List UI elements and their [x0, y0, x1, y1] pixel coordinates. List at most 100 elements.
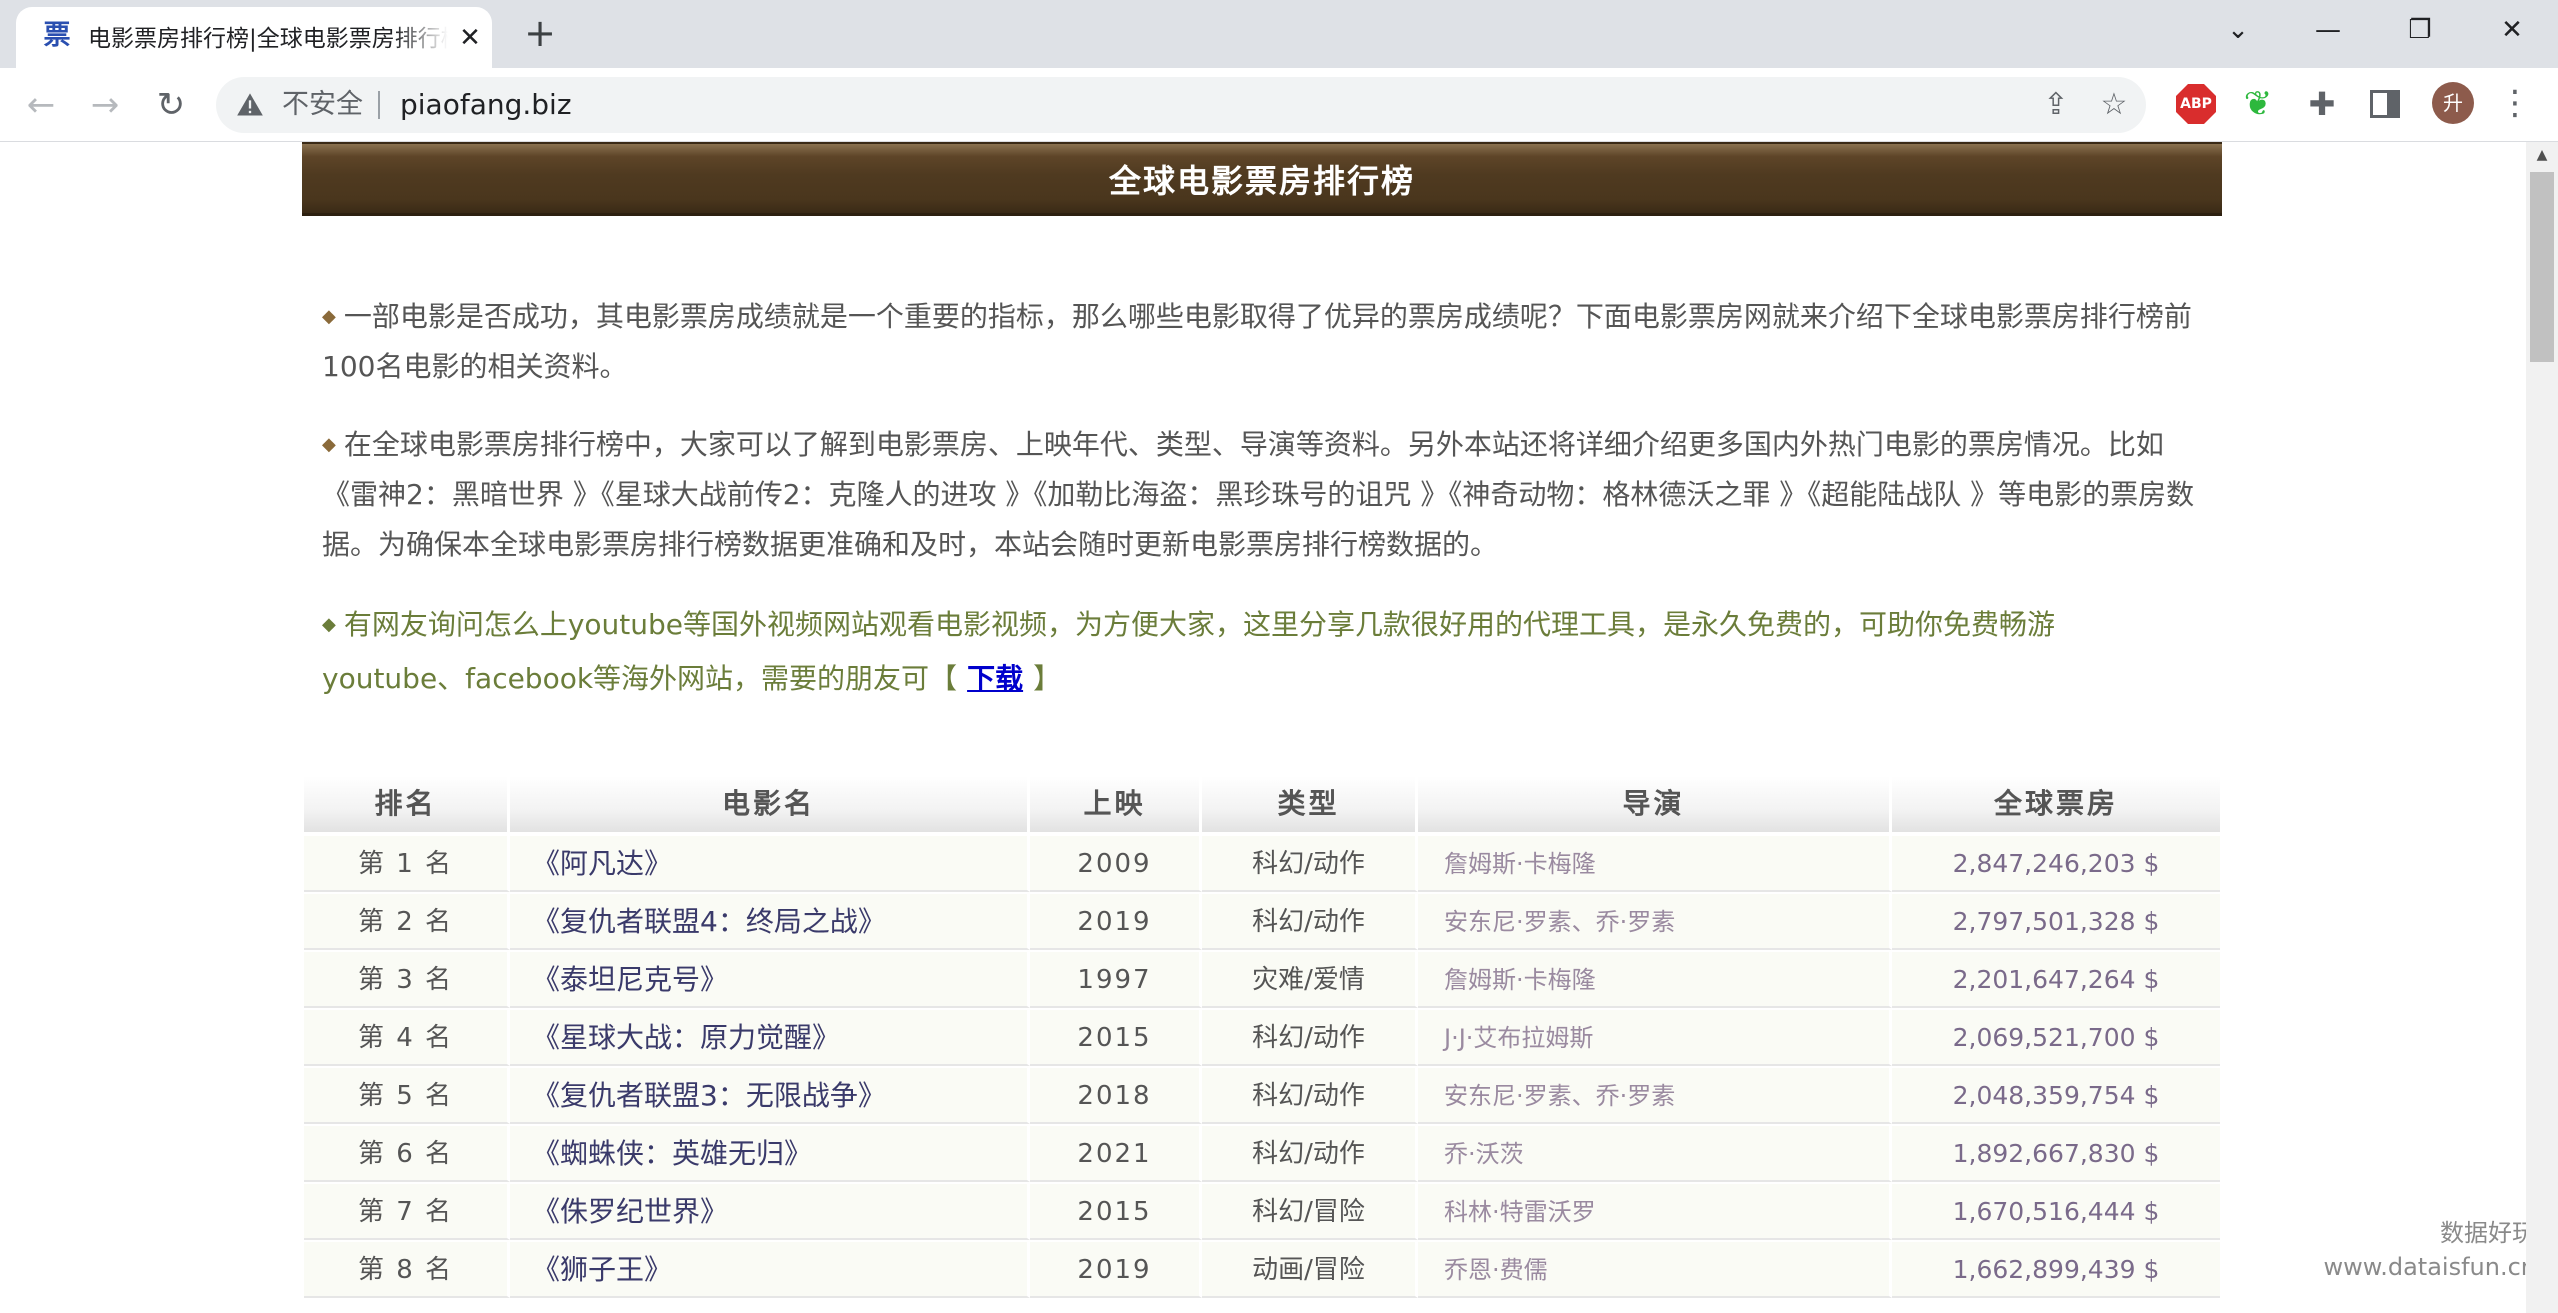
cell-title[interactable]: 《侏罗纪世界》	[510, 1184, 1030, 1240]
cell-gross: 1,670,516,444 $	[1892, 1184, 2220, 1240]
intro-paragraph-1: ◆ 一部电影是否成功，其电影票房成绩就是一个重要的指标，那么哪些电影取得了优异的票…	[322, 292, 2202, 392]
browser-menu-icon[interactable]: ⋮	[2498, 82, 2532, 124]
cell-year: 2015	[1030, 1010, 1202, 1066]
cell-year: 2019	[1030, 1242, 1202, 1298]
cell-year: 2021	[1030, 1126, 1202, 1182]
table-row: 第 6 名《蜘蛛侠：英雄无归》 2021 科幻/动作 乔·沃茨 1,892,667,83…	[304, 1126, 2220, 1184]
warning-triangle-icon[interactable]	[236, 91, 264, 119]
cell-gross: 1,662,899,439 $	[1892, 1242, 2220, 1298]
cell-gross: 1,892,667,830 $	[1892, 1126, 2220, 1182]
cell-rank: 第 5 名	[304, 1068, 510, 1124]
table-row: 第 7 名《侏罗纪世界》 2015 科幻/冒险 科林·特雷沃罗 1,670,516,44…	[304, 1184, 2220, 1242]
browser-toolbar: ← → ↻ 不安全 piaofang.biz ⇪ ☆	[0, 68, 2558, 142]
header-director: 导演	[1418, 776, 1892, 832]
cell-title[interactable]: 《复仇者联盟3：无限战争》	[510, 1068, 1030, 1124]
cell-gross: 2,847,246,203 $	[1892, 836, 2220, 892]
watermark-line-1: 数据好玩	[2440, 1219, 2526, 1247]
cell-title[interactable]: 《阿凡达》	[510, 836, 1030, 892]
cell-rank: 第 2 名	[304, 894, 510, 950]
minimize-button[interactable]: —	[2298, 8, 2358, 52]
security-label[interactable]: 不安全	[282, 89, 363, 121]
cell-genre: 科幻/动作	[1202, 1010, 1418, 1066]
cell-title[interactable]: 《狮子王》	[510, 1242, 1030, 1298]
cell-genre: 动画/冒险	[1202, 1242, 1418, 1298]
cell-gross: 2,069,521,700 $	[1892, 1010, 2220, 1066]
table-row: 第 5 名《复仇者联盟3：无限战争》 2018 科幻/动作 安东尼·罗素、乔·罗素 2,…	[304, 1068, 2220, 1126]
bullet-icon: ◆	[322, 306, 336, 327]
cell-director: 乔·沃茨	[1418, 1126, 1892, 1182]
cell-rank: 第 6 名	[304, 1126, 510, 1182]
cell-director: 安东尼·罗素、乔·罗素	[1418, 894, 1892, 950]
cell-rank: 第 3 名	[304, 952, 510, 1008]
tab-strip: 票 电影票房排行榜|全球电影票房排行榜 ✕ + ⌄ — ❐ ✕	[0, 0, 2558, 68]
evernote-icon[interactable]: ❦	[2238, 84, 2278, 124]
header-year: 上映	[1030, 776, 1202, 832]
scroll-up-arrow-icon[interactable]: ▲	[2532, 148, 2552, 162]
watermark: 数据好玩 www.dataisfun.cn	[2300, 1216, 2526, 1284]
cell-rank: 第 4 名	[304, 1010, 510, 1066]
cell-year: 2015	[1030, 1184, 1202, 1240]
browser-tab[interactable]: 票 电影票房排行榜|全球电影票房排行榜 ✕	[16, 7, 492, 68]
cell-director: 科林·特雷沃罗	[1418, 1184, 1892, 1240]
table-header: 排名 电影名 上映 类型 导演 全球票房	[304, 776, 2220, 832]
tab-search-chevron-icon[interactable]: ⌄	[2208, 8, 2268, 52]
cell-genre: 灾难/爱情	[1202, 952, 1418, 1008]
cell-title[interactable]: 《星球大战：原力觉醒》	[510, 1010, 1030, 1066]
intro-paragraph-2: ◆ 在全球电影票房排行榜中，大家可以了解到电影票房、上映年代、类型、导演等资料。另…	[322, 420, 2202, 570]
bracket-open: 【	[929, 662, 958, 695]
cell-gross: 2,201,647,264 $	[1892, 952, 2220, 1008]
adblock-plus-icon[interactable]: ABP	[2176, 84, 2216, 124]
extensions-puzzle-icon[interactable]: ✚	[2302, 84, 2342, 124]
download-link[interactable]: 下载	[967, 662, 1023, 695]
scrollbar-thumb[interactable]	[2530, 172, 2554, 362]
forward-button[interactable]: →	[82, 82, 128, 128]
bookmark-star-icon[interactable]: ☆	[2096, 87, 2132, 123]
page-banner: 全球电影票房排行榜	[302, 142, 2222, 216]
cell-genre: 科幻/动作	[1202, 836, 1418, 892]
table-row: 第 2 名《复仇者联盟4：终局之战》 2019 科幻/动作 安东尼·罗素、乔·罗素 2,…	[304, 894, 2220, 952]
header-rank: 排名	[304, 776, 510, 832]
watermark-line-2: www.dataisfun.cn	[2323, 1253, 2526, 1281]
cell-rank: 第 8 名	[304, 1242, 510, 1298]
cell-genre: 科幻/动作	[1202, 1068, 1418, 1124]
cell-title[interactable]: 《复仇者联盟4：终局之战》	[510, 894, 1030, 950]
profile-avatar[interactable]: 升	[2432, 82, 2474, 124]
address-bar[interactable]: 不安全 piaofang.biz ⇪ ☆	[216, 77, 2146, 133]
restore-button[interactable]: ❐	[2390, 8, 2450, 52]
cell-director: 安东尼·罗素、乔·罗素	[1418, 1068, 1892, 1124]
proxy-note: ◆ 有网友询问怎么上youtube等国外视频网站观看电影视频，为方便大家，这里分享…	[322, 598, 2202, 706]
tab-favicon-icon: 票	[43, 20, 71, 51]
tab-title: 电影票房排行榜|全球电影票房排行榜	[88, 26, 448, 52]
intro-text-1: 一部电影是否成功，其电影票房成绩就是一个重要的指标，那么哪些电影取得了优异的票房…	[322, 300, 2192, 383]
table-row: 第 1 名《阿凡达》 2009 科幻/动作 詹姆斯·卡梅隆 2,847,246,203 …	[304, 836, 2220, 894]
omnibox-divider	[378, 91, 380, 119]
header-title: 电影名	[510, 776, 1030, 832]
back-button[interactable]: ←	[18, 82, 64, 128]
page-viewport: 全球电影票房排行榜 ◆ 一部电影是否成功，其电影票房成绩就是一个重要的指标，那么哪…	[0, 142, 2526, 1313]
cell-genre: 科幻/动作	[1202, 894, 1418, 950]
header-gross: 全球票房	[1892, 776, 2220, 832]
proxy-note-text: 有网友询问怎么上youtube等国外视频网站观看电影视频，为方便大家，这里分享几…	[322, 608, 2056, 695]
bullet-icon: ◆	[322, 434, 336, 455]
cell-year: 2019	[1030, 894, 1202, 950]
tab-close-icon[interactable]: ✕	[454, 22, 486, 54]
cell-title[interactable]: 《泰坦尼克号》	[510, 952, 1030, 1008]
cell-director: 詹姆斯·卡梅隆	[1418, 952, 1892, 1008]
window-close-button[interactable]: ✕	[2482, 8, 2542, 52]
cell-director: 詹姆斯·卡梅隆	[1418, 836, 1892, 892]
cell-genre: 科幻/动作	[1202, 1126, 1418, 1182]
cell-gross: 2,797,501,328 $	[1892, 894, 2220, 950]
reload-button[interactable]: ↻	[148, 82, 194, 128]
share-icon[interactable]: ⇪	[2038, 87, 2074, 123]
side-panel-icon[interactable]	[2370, 90, 2400, 118]
url-text[interactable]: piaofang.biz	[400, 89, 572, 121]
cell-gross: 2,048,359,754 $	[1892, 1068, 2220, 1124]
bullet-icon: ◆	[322, 614, 336, 635]
table-row: 第 4 名《星球大战：原力觉醒》 2015 科幻/动作 J·J·艾布拉姆斯 2,069,…	[304, 1010, 2220, 1068]
cell-title[interactable]: 《蜘蛛侠：英雄无归》	[510, 1126, 1030, 1182]
page-title: 全球电影票房排行榜	[1108, 162, 1415, 200]
new-tab-button[interactable]: +	[518, 12, 562, 56]
intro-text-2: 在全球电影票房排行榜中，大家可以了解到电影票房、上映年代、类型、导演等资料。另外…	[322, 428, 2195, 561]
cell-year: 1997	[1030, 952, 1202, 1008]
table-row: 第 3 名《泰坦尼克号》 1997 灾难/爱情 詹姆斯·卡梅隆 2,201,647,26…	[304, 952, 2220, 1010]
